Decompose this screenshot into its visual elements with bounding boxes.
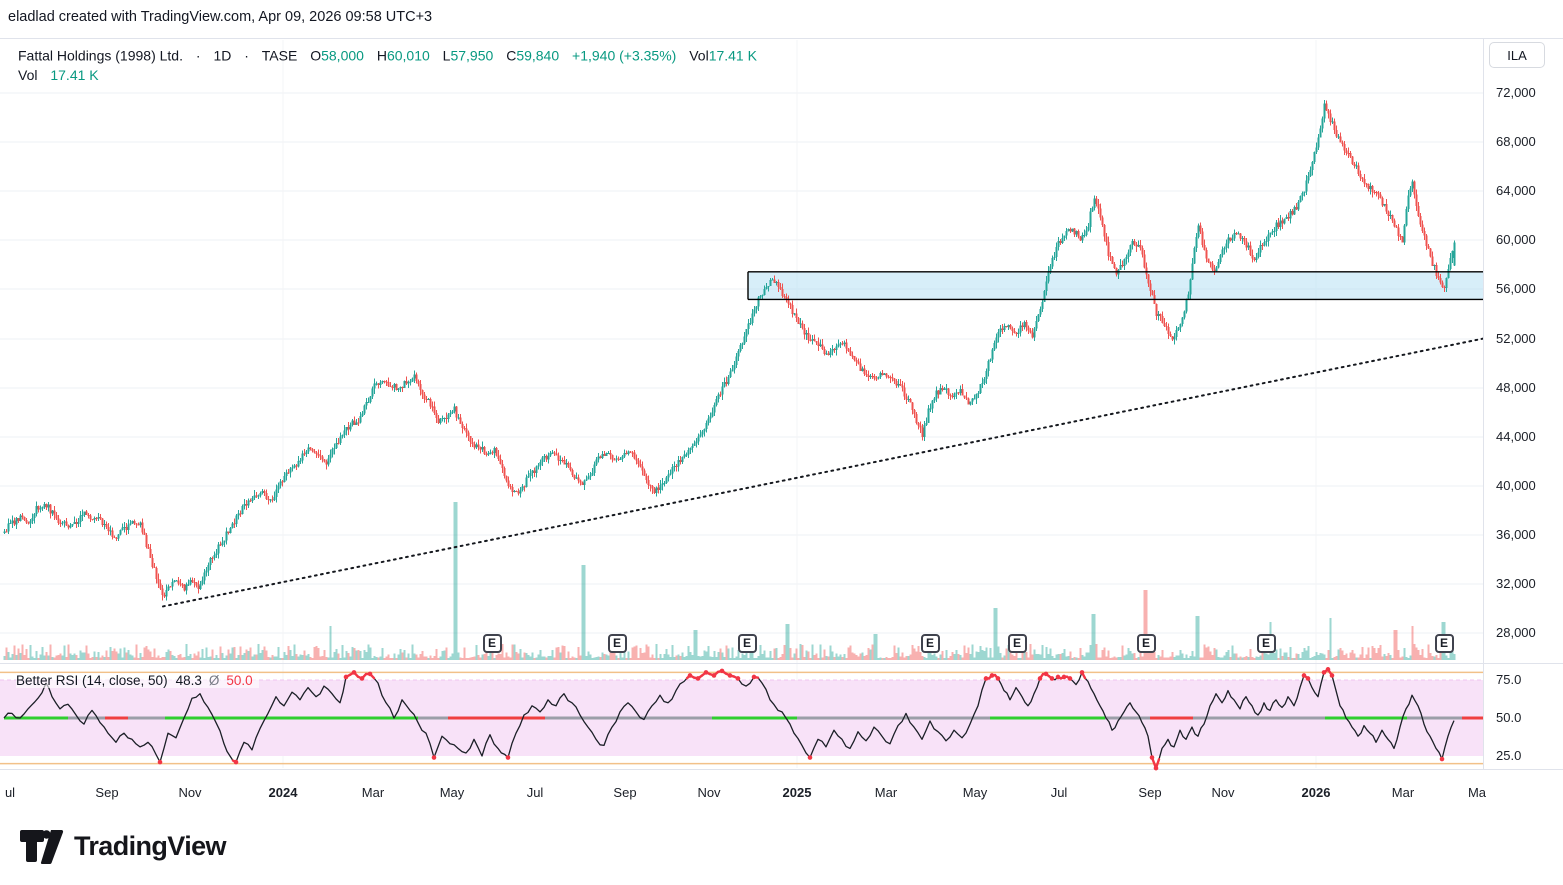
time-axis-label: Nov	[1211, 785, 1235, 800]
price-axis-label: 44,000	[1496, 429, 1536, 444]
legend-separator: ·	[195, 47, 201, 64]
price-axis-label: 32,000	[1496, 576, 1536, 591]
price-axis-label: 40,000	[1496, 478, 1536, 493]
price-axis-label: 68,000	[1496, 134, 1536, 149]
rsi-axis-label: 50.0	[1496, 710, 1522, 725]
open-value: 58,000	[321, 47, 364, 64]
high-value: 60,010	[386, 47, 430, 64]
symbol-title[interactable]: Fattal Holdings (1998) Ltd.	[18, 47, 183, 63]
price-axis-label: 64,000	[1496, 183, 1536, 198]
volume-value: 17.41 K	[708, 47, 757, 64]
time-axis-label: Sep	[613, 785, 637, 800]
tradingview-logo-text: TradingView	[74, 830, 227, 861]
rsi-axis-label: 25.0	[1496, 748, 1522, 763]
time-axis-label: Nov	[178, 785, 202, 800]
open-label: O	[310, 47, 322, 64]
time-axis-label: Mar	[874, 785, 898, 800]
price-axis-label: 56,000	[1496, 281, 1536, 296]
earnings-marker[interactable]: E	[482, 633, 502, 653]
time-axis-label: Sep	[1138, 785, 1162, 800]
exchange-label: TASE	[261, 47, 298, 64]
price-axis-label: 48,000	[1496, 380, 1536, 395]
volume-label: Vol	[689, 47, 709, 64]
time-axis-label: ul	[4, 785, 16, 800]
volume-row-label[interactable]: Vol	[18, 67, 37, 83]
chart-canvas	[0, 38, 1563, 771]
symbol-legend: Fattal Holdings (1998) Ltd. · 1D · TASE …	[18, 46, 757, 63]
rsi-current-value: 48.3	[175, 673, 202, 688]
time-axis-label: 2025	[782, 785, 812, 800]
attribution-text: eladlad created with TradingView.com, Ap…	[8, 9, 433, 25]
rsi-axis-label: 75.0	[1496, 672, 1522, 687]
legend-separator: ·	[244, 47, 249, 64]
earnings-marker[interactable]: E	[737, 633, 757, 653]
earnings-marker[interactable]: E	[1007, 633, 1027, 653]
rsi-title[interactable]: Better RSI (14, close, 50)	[16, 673, 168, 688]
time-axis-label: Nov	[697, 785, 721, 800]
time-axis-label: Mar	[1391, 785, 1415, 800]
time-axis-label: May	[439, 785, 465, 800]
time-axis-label: Sep	[95, 785, 119, 800]
time-axis-label: 2024	[268, 785, 298, 800]
chart-page: eladlad created with TradingView.com, Ap…	[0, 0, 1563, 885]
price-axis-label: 72,000	[1496, 85, 1536, 100]
high-label: H	[376, 47, 387, 64]
rsi-average-symbol: Ø	[208, 673, 220, 688]
time-axis-label: Ma	[1467, 785, 1487, 800]
volume-legend: Vol 17.41 K	[18, 67, 99, 83]
currency-badge[interactable]: ILA	[1489, 42, 1545, 68]
earnings-marker[interactable]: E	[1256, 633, 1276, 653]
earnings-marker[interactable]: E	[607, 633, 627, 653]
earnings-marker[interactable]: E	[1434, 633, 1454, 653]
close-label: C	[506, 47, 517, 64]
time-axis-label: 2026	[1301, 785, 1331, 800]
rsi-average-value: 50.0	[226, 673, 253, 688]
earnings-marker[interactable]: E	[1136, 633, 1156, 653]
volume-row-value: 17.41 K	[50, 67, 99, 83]
low-value: 57,950	[450, 47, 494, 64]
close-value: 59,840	[516, 47, 560, 64]
time-axis-label: Jul	[526, 785, 544, 800]
price-axis-label: 36,000	[1496, 527, 1536, 542]
time-axis-label: Jul	[1050, 785, 1068, 800]
tradingview-logo-icon	[20, 829, 64, 865]
change-value: +1,940 (+3.35%)	[572, 47, 677, 64]
rsi-indicator-legend: Better RSI (14, close, 50) 48.3 Ø 50.0	[16, 673, 259, 688]
time-axis-label: May	[962, 785, 988, 800]
price-axis-label: 28,000	[1496, 625, 1536, 640]
price-axis-label: 60,000	[1496, 232, 1536, 247]
interval-label[interactable]: 1D	[213, 47, 231, 63]
earnings-marker[interactable]: E	[920, 633, 940, 653]
price-axis-label: 52,000	[1496, 331, 1536, 346]
footer-brand[interactable]: TradingView	[18, 826, 227, 866]
time-axis-label: Mar	[361, 785, 385, 800]
